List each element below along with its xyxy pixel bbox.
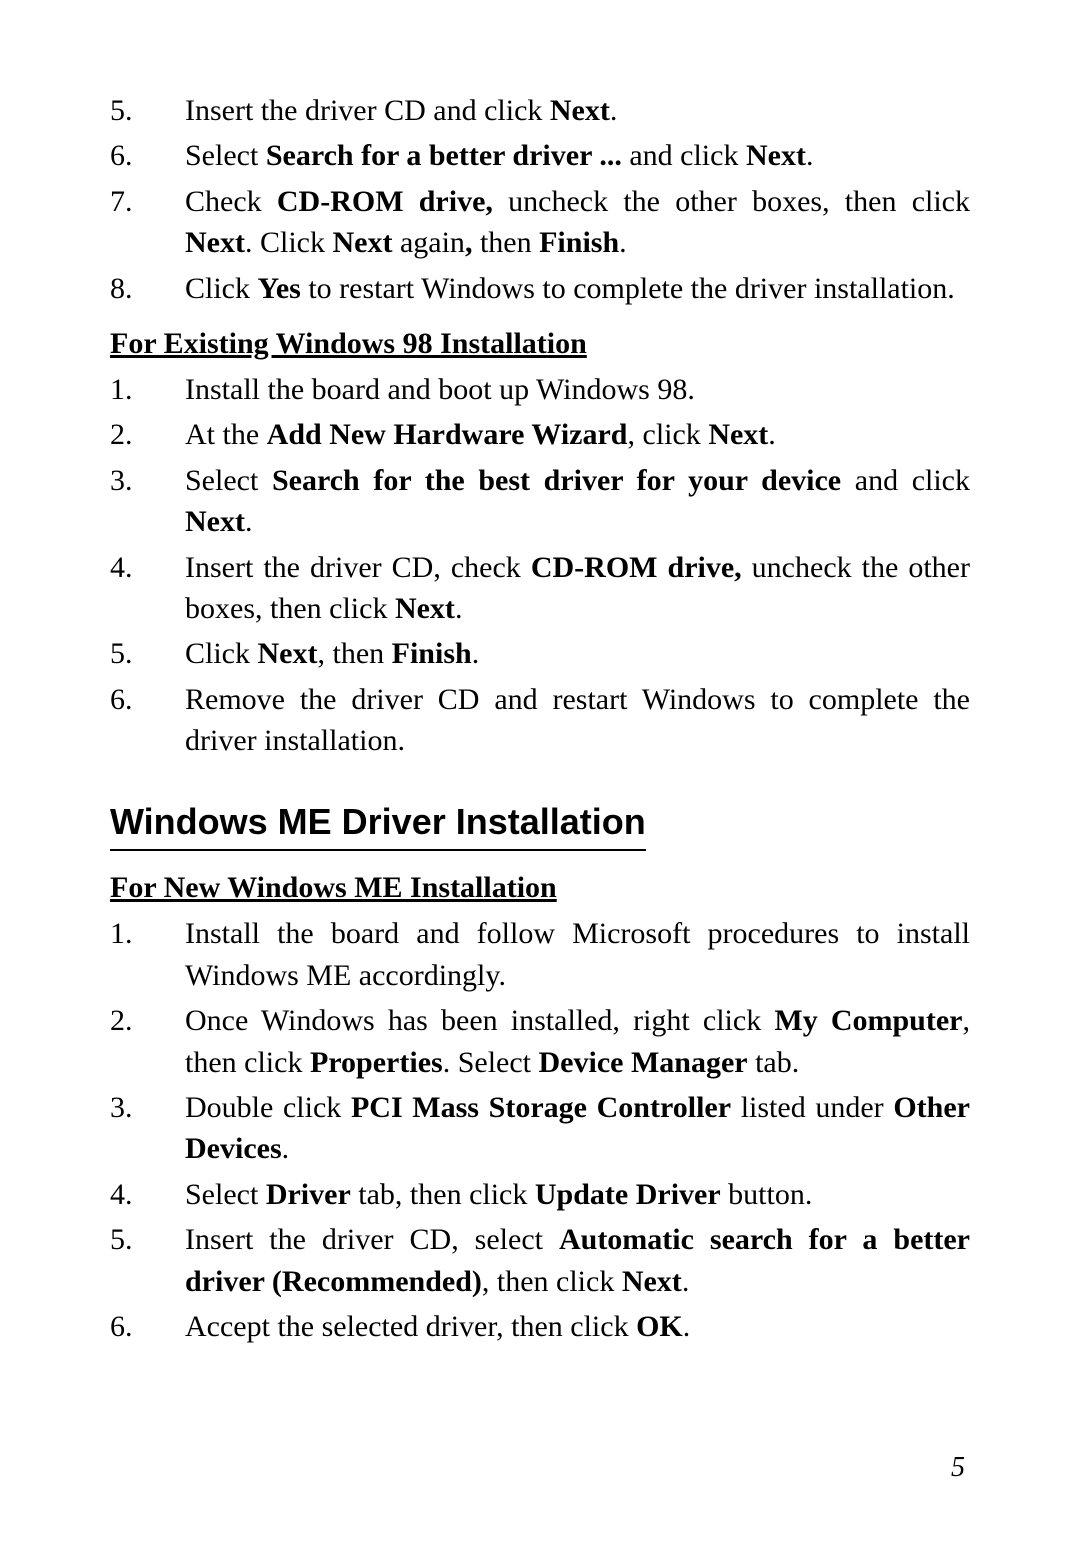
subsection-title-new-me: For New Windows ME Installation xyxy=(110,871,970,905)
existing-98-list: 1.Install the board and boot up Windows … xyxy=(110,369,970,762)
list-number: 5. xyxy=(110,90,185,131)
list-number: 4. xyxy=(110,547,185,630)
list-item: 5.Insert the driver CD and click Next. xyxy=(110,90,970,131)
list-text: Select Search for a better driver ... an… xyxy=(185,135,970,176)
list-number: 3. xyxy=(110,460,185,543)
list-text: Remove the driver CD and restart Windows… xyxy=(185,679,970,762)
list-text: Click Next, then Finish. xyxy=(185,633,970,674)
subsection-title-existing-98: For Existing Windows 98 Installation xyxy=(110,327,970,361)
list-number: 3. xyxy=(110,1087,185,1170)
list-number: 2. xyxy=(110,1000,185,1083)
list-item: 3.Select Search for the best driver for … xyxy=(110,460,970,543)
list-number: 7. xyxy=(110,181,185,264)
heading-wrap: Windows ME Driver Installation xyxy=(110,765,970,853)
list-text: At the Add New Hardware Wizard, click Ne… xyxy=(185,414,970,455)
list-item: 1.Install the board and follow Microsoft… xyxy=(110,913,970,996)
list-item: 6.Remove the driver CD and restart Windo… xyxy=(110,679,970,762)
list-text: Select Search for the best driver for yo… xyxy=(185,460,970,543)
list-number: 6. xyxy=(110,679,185,762)
list-number: 1. xyxy=(110,369,185,410)
list-item: 2.At the Add New Hardware Wizard, click … xyxy=(110,414,970,455)
list-text: Check CD-ROM drive, uncheck the other bo… xyxy=(185,181,970,264)
list-number: 6. xyxy=(110,1306,185,1347)
list-number: 2. xyxy=(110,414,185,455)
list-item: 4.Select Driver tab, then click Update D… xyxy=(110,1174,970,1215)
list-item: 1.Install the board and boot up Windows … xyxy=(110,369,970,410)
list-text: Insert the driver CD and click Next. xyxy=(185,90,970,131)
list-item: 3.Double click PCI Mass Storage Controll… xyxy=(110,1087,970,1170)
list-text: Select Driver tab, then click Update Dri… xyxy=(185,1174,970,1215)
list-item: 2.Once Windows has been installed, right… xyxy=(110,1000,970,1083)
list-item: 6.Accept the selected driver, then click… xyxy=(110,1306,970,1347)
list-text: Insert the driver CD, check CD-ROM drive… xyxy=(185,547,970,630)
top-continued-list: 5.Insert the driver CD and click Next.6.… xyxy=(110,90,970,309)
list-item: 5.Click Next, then Finish. xyxy=(110,633,970,674)
list-text: Click Yes to restart Windows to complete… xyxy=(185,268,970,309)
list-text: Install the board and boot up Windows 98… xyxy=(185,369,970,410)
section-heading-windows-me: Windows ME Driver Installation xyxy=(110,801,646,851)
list-text: Once Windows has been installed, right c… xyxy=(185,1000,970,1083)
list-text: Install the board and follow Microsoft p… xyxy=(185,913,970,996)
list-number: 5. xyxy=(110,633,185,674)
list-text: Double click PCI Mass Storage Controller… xyxy=(185,1087,970,1170)
list-item: 5.Insert the driver CD, select Automatic… xyxy=(110,1219,970,1302)
list-number: 8. xyxy=(110,268,185,309)
list-item: 7.Check CD-ROM drive, uncheck the other … xyxy=(110,181,970,264)
list-number: 4. xyxy=(110,1174,185,1215)
list-number: 6. xyxy=(110,135,185,176)
list-text: Accept the selected driver, then click O… xyxy=(185,1306,970,1347)
new-me-list: 1.Install the board and follow Microsoft… xyxy=(110,913,970,1347)
list-number: 1. xyxy=(110,913,185,996)
page-number: 5 xyxy=(951,1452,965,1484)
list-text: Insert the driver CD, select Automatic s… xyxy=(185,1219,970,1302)
list-item: 8.Click Yes to restart Windows to comple… xyxy=(110,268,970,309)
list-item: 4.Insert the driver CD, check CD-ROM dri… xyxy=(110,547,970,630)
list-item: 6.Select Search for a better driver ... … xyxy=(110,135,970,176)
list-number: 5. xyxy=(110,1219,185,1302)
